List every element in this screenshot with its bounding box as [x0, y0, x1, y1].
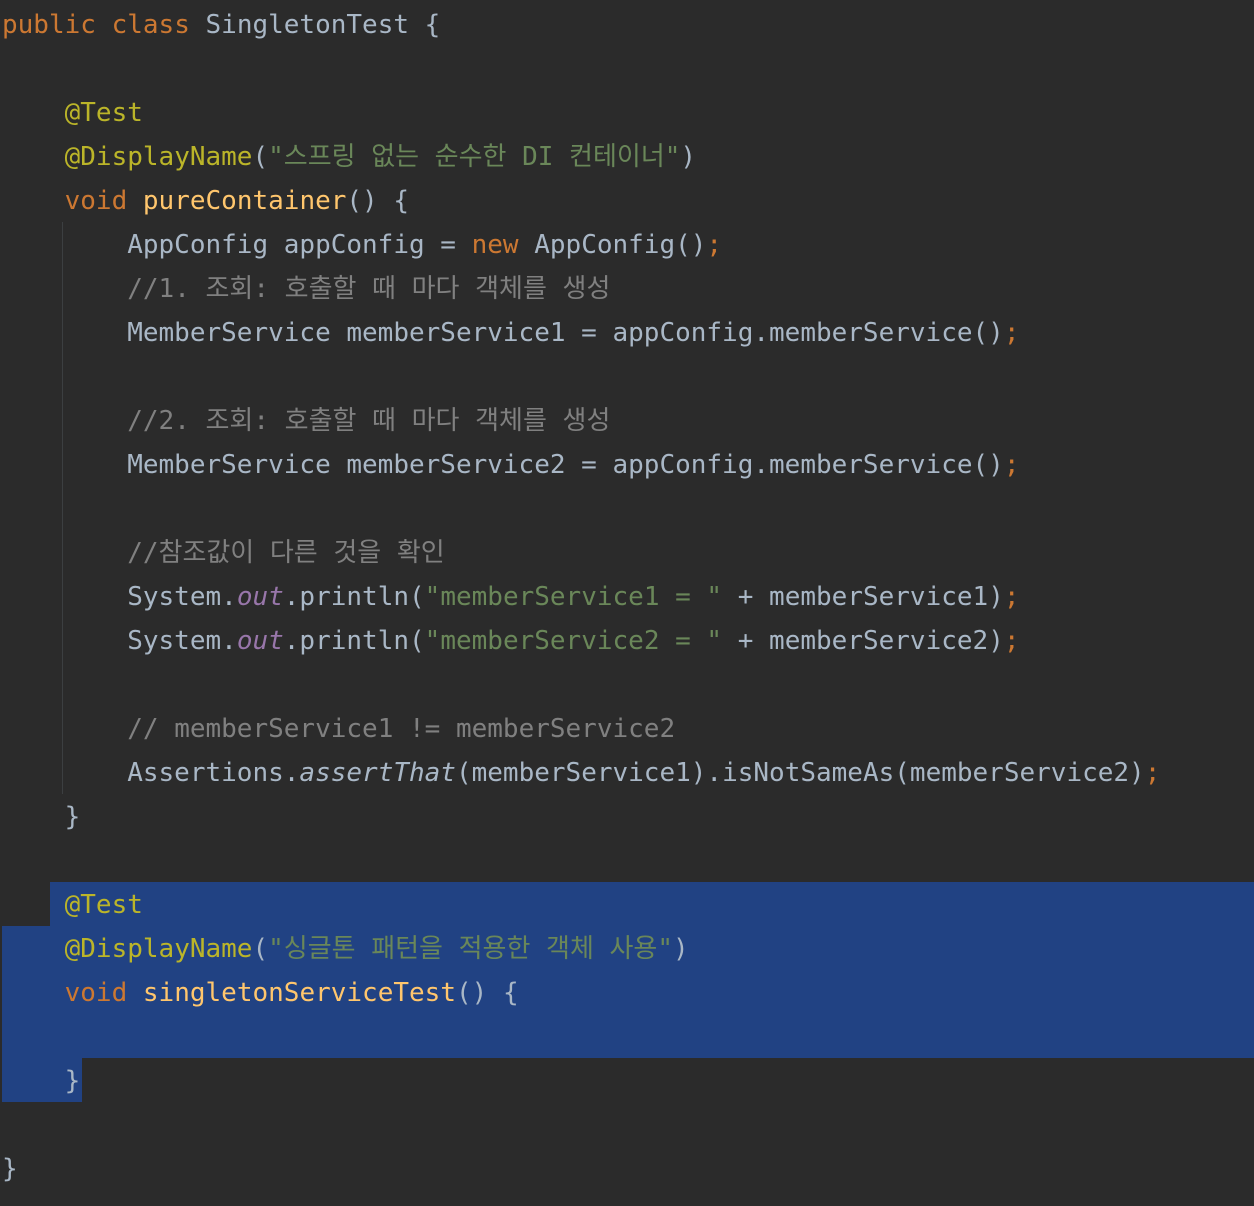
code-token: (memberService1).isNotSameAs(memberServi…: [455, 758, 1145, 788]
code-token: + memberService2): [722, 626, 1004, 656]
code-token: "싱글톤 패턴을 적용한 객체 사용": [268, 934, 674, 964]
code-token: ;: [706, 230, 723, 260]
code-token: }: [2, 802, 81, 832]
code-token: AppConfig appConfig =: [2, 230, 472, 260]
code-token: @DisplayName: [64, 142, 253, 172]
code-line[interactable]: MemberService memberService1 = appConfig…: [2, 311, 1019, 355]
code-line[interactable]: //2. 조회: 호출할 때 마다 객체를 생성: [2, 399, 610, 443]
code-line[interactable]: @DisplayName("싱글톤 패턴을 적용한 객체 사용"): [2, 927, 689, 971]
code-line[interactable]: public class SingletonTest {: [2, 3, 440, 47]
code-line[interactable]: void pureContainer() {: [2, 179, 409, 223]
code-token: MemberService memberService2 = appConfig…: [2, 450, 1004, 480]
code-line[interactable]: MemberService memberService2 = appConfig…: [2, 443, 1019, 487]
code-line[interactable]: // memberService1 != memberService2: [2, 707, 675, 751]
code-token: @DisplayName: [64, 934, 253, 964]
code-token: //2. 조회: 호출할 때 마다 객체를 생성: [127, 406, 611, 436]
code-token: System.: [2, 582, 237, 612]
code-token: () {: [455, 978, 519, 1008]
code-token: ;: [1003, 450, 1020, 480]
code-token: ;: [1144, 758, 1161, 788]
code-token: singletonServiceTest: [142, 978, 456, 1008]
code-line[interactable]: @DisplayName("스프링 없는 순수한 DI 컨테이너"): [2, 135, 696, 179]
code-token: void: [64, 186, 128, 216]
code-token: }: [2, 1066, 81, 1096]
code-token: out: [236, 582, 284, 612]
code-token: System.: [2, 626, 237, 656]
code-editor[interactable]: public class SingletonTest { @Test @Disp…: [0, 0, 1254, 1206]
code-line[interactable]: System.out.println("memberService2 = " +…: [2, 619, 1020, 663]
code-line[interactable]: Assertions.assertThat(memberService1).is…: [2, 751, 1160, 795]
code-token: @Test: [64, 98, 143, 128]
code-token: "memberService1 = ": [424, 582, 723, 612]
code-token: .println(: [283, 582, 425, 612]
code-line[interactable]: void singletonServiceTest() {: [2, 971, 519, 1015]
code-token: class: [111, 10, 190, 40]
code-token: (: [252, 934, 269, 964]
code-token: SingletonTest {: [189, 10, 441, 40]
code-token: ;: [1003, 582, 1020, 612]
code-line[interactable]: }: [2, 795, 81, 839]
code-token: .println(: [283, 626, 425, 656]
code-token: @Test: [64, 890, 143, 920]
code-token: ): [673, 934, 689, 964]
code-token: "스프링 없는 순수한 DI 컨테이너": [268, 142, 681, 172]
code-token: AppConfig(): [518, 230, 707, 260]
code-token: Assertions.: [2, 758, 300, 788]
code-line[interactable]: @Test: [2, 883, 143, 927]
code-token: // memberService1 != memberService2: [127, 714, 676, 744]
code-line[interactable]: //참조값이 다른 것을 확인: [2, 531, 445, 575]
code-line[interactable]: }: [2, 1059, 81, 1103]
code-token: out: [236, 626, 284, 656]
code-line[interactable]: @Test: [2, 91, 143, 135]
code-token: void: [64, 978, 128, 1008]
code-token: ;: [1003, 318, 1020, 348]
code-token: pureContainer: [142, 186, 347, 216]
code-token: MemberService memberService1 = appConfig…: [2, 318, 1004, 348]
code-token: "memberService2 = ": [424, 626, 723, 656]
code-token: ;: [1003, 626, 1020, 656]
selection-highlight: [50, 882, 1254, 926]
code-token: public: [2, 10, 96, 40]
code-token: new: [471, 230, 519, 260]
code-token: ): [680, 142, 697, 172]
code-line[interactable]: //1. 조회: 호출할 때 마다 객체를 생성: [2, 267, 610, 311]
code-line[interactable]: }: [2, 1147, 18, 1191]
code-token: }: [2, 1154, 18, 1184]
code-token: assertThat: [299, 758, 456, 788]
code-token: //참조값이 다른 것을 확인: [127, 538, 445, 568]
code-token: //1. 조회: 호출할 때 마다 객체를 생성: [127, 274, 611, 304]
code-token: () {: [346, 186, 410, 216]
code-token: + memberService1): [722, 582, 1004, 612]
code-token: (: [252, 142, 269, 172]
code-line[interactable]: System.out.println("memberService1 = " +…: [2, 575, 1020, 619]
code-line[interactable]: AppConfig appConfig = new AppConfig();: [2, 223, 722, 267]
